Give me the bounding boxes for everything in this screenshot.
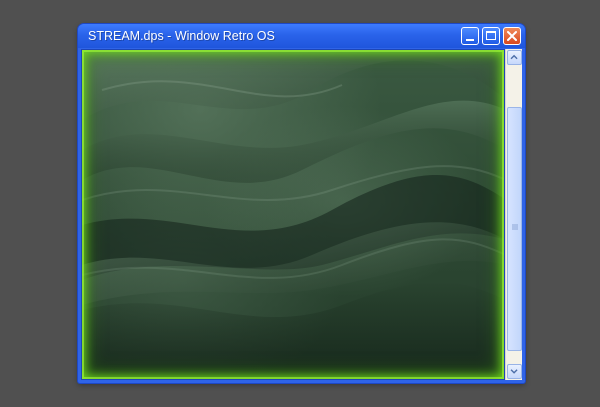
minimize-button[interactable] [461, 27, 479, 45]
vertical-scrollbar[interactable] [505, 49, 522, 380]
scroll-up-button[interactable] [507, 50, 522, 65]
desktop: STREAM.dps - Window Retro OS [0, 0, 600, 407]
window-controls [461, 27, 521, 45]
title-bar[interactable]: STREAM.dps - Window Retro OS [78, 24, 525, 48]
minimize-icon [466, 39, 474, 41]
grip-lines-icon [512, 224, 518, 230]
window-title: STREAM.dps - Window Retro OS [88, 29, 275, 43]
wallpaper-image [82, 50, 504, 379]
scroll-down-button[interactable] [507, 364, 522, 379]
maximize-icon [486, 31, 496, 40]
maximize-button[interactable] [482, 27, 500, 45]
close-icon [507, 31, 517, 41]
close-button[interactable] [503, 27, 521, 45]
chevron-down-icon [510, 369, 518, 374]
image-viewport[interactable] [81, 49, 505, 380]
app-window: STREAM.dps - Window Retro OS [78, 24, 525, 383]
scroll-thumb[interactable] [507, 107, 522, 351]
chevron-up-icon [510, 54, 518, 60]
